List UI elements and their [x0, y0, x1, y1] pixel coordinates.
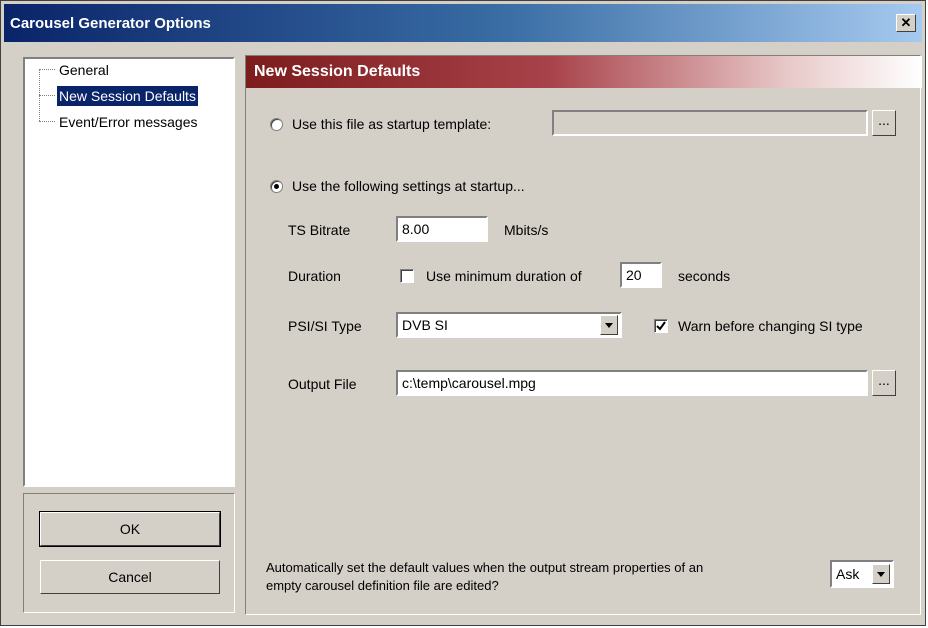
radio-selected-dot: [274, 184, 279, 189]
panel-title: New Session Defaults: [254, 63, 421, 80]
tree-connector: [39, 95, 55, 96]
auto-defaults-question-line1: Automatically set the default values whe…: [266, 560, 704, 575]
ts-bitrate-unit: Mbits/s: [504, 222, 549, 238]
settings-panel: New Session Defaults Use this file as st…: [245, 55, 922, 615]
warn-si-checkbox[interactable]: [654, 319, 668, 333]
startup-template-browse-button[interactable]: ...: [872, 110, 896, 136]
auto-defaults-question-line2: empty carousel definition file are edite…: [266, 578, 499, 593]
window-title: Carousel Generator Options: [10, 15, 211, 32]
output-file-input[interactable]: c:\temp\carousel.mpg: [396, 370, 868, 396]
min-duration-unit: seconds: [678, 268, 731, 284]
button-panel: OK Cancel: [23, 493, 235, 613]
psi-type-label: PSI/SI Type: [288, 318, 362, 334]
ts-bitrate-input[interactable]: 8.00: [396, 216, 488, 242]
startup-template-label[interactable]: Use this file as startup template:: [292, 116, 491, 132]
min-duration-input[interactable]: 20: [620, 262, 662, 288]
close-button[interactable]: ✕: [896, 14, 916, 32]
psi-type-select[interactable]: DVB SI: [396, 312, 622, 338]
min-duration-label[interactable]: Use minimum duration of: [426, 268, 582, 284]
tree-item-event-error-messages[interactable]: Event/Error messages: [57, 112, 200, 132]
tree-item-general[interactable]: General: [57, 60, 111, 80]
warn-si-label[interactable]: Warn before changing SI type: [678, 318, 863, 334]
tree-item-new-session-defaults[interactable]: New Session Defaults: [56, 85, 199, 107]
use-settings-radio[interactable]: [270, 180, 283, 193]
output-file-browse-button[interactable]: ...: [872, 370, 896, 396]
cancel-button[interactable]: Cancel: [40, 560, 220, 594]
startup-template-radio[interactable]: [270, 118, 283, 131]
tree-connector: [39, 69, 55, 70]
options-tree: General New Session Defaults Event/Error…: [23, 57, 235, 487]
title-bar[interactable]: Carousel Generator Options ✕: [4, 4, 922, 42]
panel-header: New Session Defaults: [246, 56, 922, 88]
use-settings-label[interactable]: Use the following settings at startup...: [292, 178, 525, 194]
startup-template-field[interactable]: [552, 110, 868, 136]
options-dialog: Carousel Generator Options ✕ General New…: [0, 0, 926, 626]
duration-label: Duration: [288, 268, 341, 284]
output-file-label: Output File: [288, 376, 357, 392]
checkmark-icon: [656, 321, 666, 331]
ts-bitrate-label: TS Bitrate: [288, 222, 351, 238]
chevron-down-icon[interactable]: [872, 564, 890, 584]
min-duration-checkbox[interactable]: [400, 269, 414, 283]
ok-button[interactable]: OK: [39, 511, 221, 547]
tree-connector: [39, 121, 55, 122]
chevron-down-icon[interactable]: [600, 315, 618, 335]
